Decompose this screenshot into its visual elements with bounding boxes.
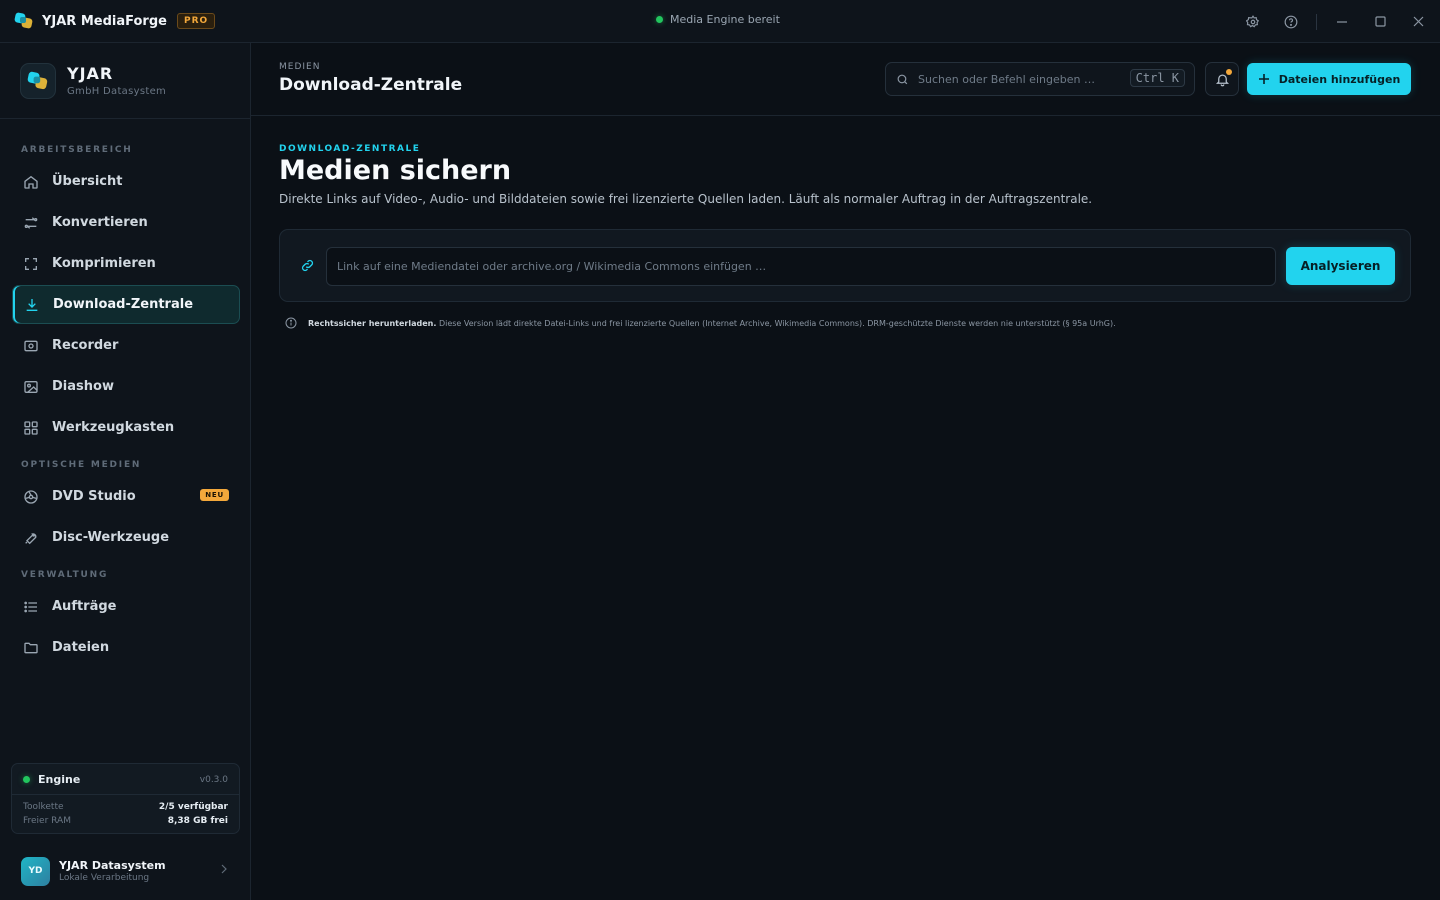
app-title: YJAR MediaForge [42,13,167,29]
status-dot-icon [656,16,663,23]
engine-toolchain: Toolkette 2/5 verfügbar [23,802,228,812]
folder-icon [22,639,40,657]
engine-status-text: Media Engine bereit [670,13,780,26]
grid-icon [22,419,40,437]
sidebar-item-auftraege[interactable]: Aufträge [12,587,240,626]
search-box[interactable]: Ctrl K [885,62,1195,96]
hero-subtitle: Direkte Links auf Video-, Audio- und Bil… [279,192,1093,206]
brand-name: YJAR [67,64,114,83]
notifications-button[interactable] [1205,62,1239,96]
search-input[interactable] [918,72,1108,86]
engine-title: Engine [38,773,81,786]
brand-logo-icon [20,62,56,99]
sidebar-item-dateien[interactable]: Dateien [12,628,240,667]
main-header: MEDIEN Download-Zentrale Ctrl K Dateien … [251,43,1440,116]
sidebar-item-label: Download-Zentrale [53,297,194,312]
window-controls [1234,0,1440,43]
user-subtitle: Lokale Verarbeitung [59,873,150,883]
engine-divider [12,794,239,795]
shortcut-hint: Ctrl K [1129,69,1185,87]
home-icon [22,173,40,191]
section-eyebrow: DOWNLOAD-ZENTRALE [279,144,421,154]
settings-icon[interactable] [1234,0,1272,43]
app-logo-icon [14,12,34,30]
engine-card: Engine v0.3.0 Toolkette 2/5 verfügbar Fr… [11,763,240,834]
sidebar-item-label: Werkzeugkasten [52,420,175,435]
close-icon[interactable] [1399,0,1437,43]
record-icon [22,337,40,355]
sidebar-item-label: Übersicht [52,174,123,189]
minimize-icon[interactable] [1323,0,1361,43]
title-bar: YJAR MediaForge PRO Media Engine bereit [0,0,1440,43]
help-icon[interactable] [1272,0,1310,43]
sidebar-item-label: Dateien [52,640,110,655]
notification-dot [1226,69,1232,75]
section-label-optische-medien: OPTISCHE MEDIEN [21,460,142,470]
plus-icon [1258,73,1270,85]
engine-ram: Freier RAM 8,38 GB frei [23,816,228,826]
hero-title: Medien sichern [279,155,512,186]
url-card: Analysieren [279,229,1411,302]
sidebar-item-download-zentrale[interactable]: Download-Zentrale [12,285,240,324]
tool-icon [22,529,40,547]
avatar: YD [21,856,50,886]
sidebar-item-label: Diashow [52,379,114,394]
disc-icon [22,488,40,506]
sidebar-item-diashow[interactable]: Diashow [12,367,240,406]
sidebar-item-uebersicht[interactable]: Übersicht [12,162,240,201]
engine-status-icon [23,776,30,783]
download-icon [23,296,41,314]
sidebar-item-konvertieren[interactable]: Konvertieren [12,203,240,242]
sidebar-item-recorder[interactable]: Recorder [12,326,240,365]
engine-status: Media Engine bereit [656,13,780,26]
page-title: Download-Zentrale [279,75,463,95]
sidebar: YJAR GmbH Datasystem ARBEITSBEREICH Über… [0,43,251,900]
image-icon [22,378,40,396]
user-name: YJAR Datasystem [59,859,166,872]
sidebar-item-label: Recorder [52,338,119,353]
sidebar-item-komprimieren[interactable]: Komprimieren [12,244,240,283]
sidebar-brand: YJAR GmbH Datasystem [0,43,250,119]
pro-badge: PRO [176,13,216,29]
add-files-label: Dateien hinzufügen [1278,72,1401,86]
list-icon [22,598,40,616]
engine-version: v0.3.0 [199,774,228,785]
notice-text: Diese Version lädt direkte Datei-Links u… [438,318,1116,328]
add-files-button[interactable]: Dateien hinzufügen [1247,63,1411,95]
maximize-icon[interactable] [1361,0,1399,43]
brand-subtitle: GmbH Datasystem [67,86,167,97]
titlebar-divider [1316,13,1317,30]
sidebar-item-werkzeugkasten[interactable]: Werkzeugkasten [12,408,240,447]
sidebar-item-disc-werkzeuge[interactable]: Disc-Werkzeuge [12,518,240,557]
notice-bold: Rechtssicher herunterladen. [308,318,437,328]
sidebar-item-label: Aufträge [52,599,117,614]
sidebar-item-label: Komprimieren [52,256,156,271]
sidebar-item-label: DVD Studio [52,489,136,504]
app-brand: YJAR MediaForge PRO [0,12,216,30]
legal-notice: Rechtssicher herunterladen. Diese Versio… [285,317,1116,329]
convert-icon [22,214,40,232]
sidebar-item-label: Konvertieren [52,215,148,230]
search-icon [896,73,909,86]
user-profile[interactable]: YD YJAR Datasystem Lokale Verarbeitung [0,843,250,899]
section-label-arbeitsbereich: ARBEITSBEREICH [21,145,133,155]
new-badge: NEU [200,489,229,501]
compress-icon [22,255,40,273]
link-icon [300,258,315,273]
sidebar-item-dvd-studio[interactable]: DVD Studio NEU [12,477,240,516]
url-input[interactable] [326,247,1276,286]
chevron-right-icon [220,864,228,874]
sidebar-item-label: Disc-Werkzeuge [52,530,170,545]
section-label-verwaltung: VERWALTUNG [21,570,109,580]
info-icon [285,317,297,329]
analyze-button[interactable]: Analysieren [1286,247,1395,285]
breadcrumb: MEDIEN [279,62,321,72]
